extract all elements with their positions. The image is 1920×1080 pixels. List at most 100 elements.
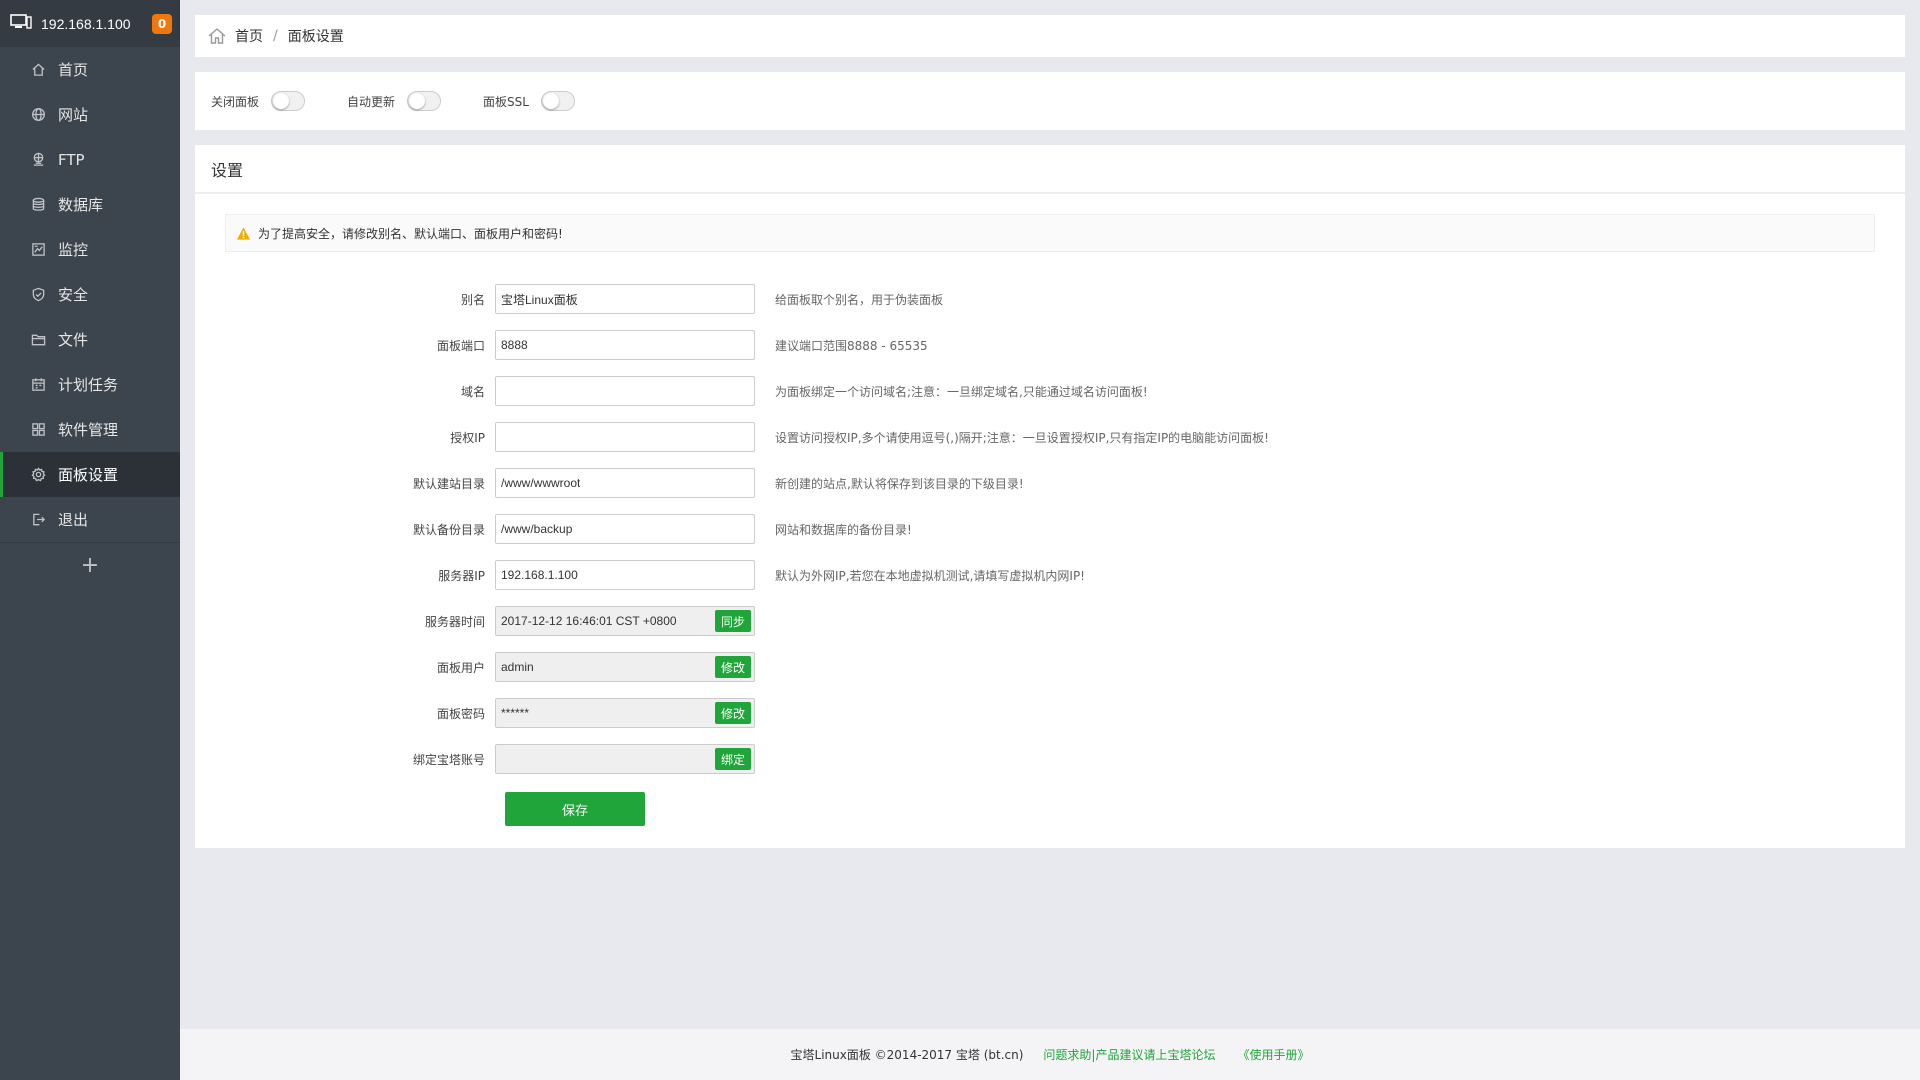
- toggle-panel-ssl: 面板SSL: [483, 91, 575, 111]
- folder-icon: [30, 332, 46, 348]
- field-hint: 默认为外网IP,若您在本地虚拟机测试,请填写虚拟机内网IP!: [775, 568, 1085, 583]
- toggle-auto-update: 自动更新: [347, 91, 442, 111]
- breadcrumb-current: 面板设置: [287, 29, 344, 45]
- toggle-bar: 关闭面板 自动更新 面板SSL: [195, 72, 1905, 130]
- field-label: 别名: [460, 292, 485, 307]
- form-row-alias: 别名 宝塔Linux面板 给面板取个别名，用于伪装面板: [195, 276, 1905, 322]
- grid-icon: [30, 422, 46, 438]
- settings-panel: 设置 为了提高安全，请修改别名、默认端口、面板用户和密码! 别名 宝塔Linux…: [195, 145, 1905, 848]
- edit-user-button[interactable]: 修改: [714, 656, 751, 678]
- sidebar-item-label: 文件: [58, 331, 89, 349]
- sidebar-item-cron[interactable]: 计划任务: [0, 362, 180, 407]
- field-label: 授权IP: [450, 430, 485, 445]
- server-icon: [10, 13, 32, 34]
- form-row-panel-password: 面板密码 ****** 修改: [195, 690, 1905, 736]
- close-panel-switch[interactable]: [271, 91, 306, 111]
- sidebar-item-security[interactable]: 安全: [0, 272, 180, 317]
- security-warning: 为了提高安全，请修改别名、默认端口、面板用户和密码!: [225, 214, 1875, 252]
- logout-icon: [30, 512, 46, 528]
- server-host: 192.168.1.100: [41, 15, 131, 32]
- sidebar-item-files[interactable]: 文件: [0, 317, 180, 362]
- notification-badge[interactable]: 0: [152, 13, 172, 34]
- sidebar-add-button[interactable]: +: [0, 542, 180, 587]
- field-label: 面板端口: [436, 338, 485, 353]
- form-row-domain: 域名 为面板绑定一个访问域名;注意：一旦绑定域名,只能通过域名访问面板!: [195, 368, 1905, 414]
- sidebar-item-label: 网站: [58, 106, 89, 124]
- panel-ssl-switch[interactable]: [540, 91, 575, 111]
- form-row-server-time: 服务器时间 2017-12-12 16:46:01 CST +0800 同步: [195, 598, 1905, 644]
- sidebar-item-label: 首页: [58, 61, 89, 79]
- sidebar-item-ftp[interactable]: FTP: [0, 137, 180, 182]
- bind-account-button[interactable]: 绑定: [714, 748, 751, 770]
- sidebar-item-label: 数据库: [58, 196, 104, 214]
- field-hint: 新创建的站点,默认将保存到该目录的下级目录!: [775, 476, 1024, 491]
- toggle-label: 面板SSL: [483, 94, 529, 109]
- form-row-port: 面板端口 8888 建议端口范围8888 - 65535: [195, 322, 1905, 368]
- auto-update-switch[interactable]: [407, 91, 442, 111]
- settings-title: 设置: [195, 145, 1905, 194]
- calendar-icon: [30, 377, 46, 393]
- save-row: 保存: [195, 792, 1905, 826]
- field-label: 服务器时间: [424, 614, 485, 629]
- bt-account-field: 绑定: [495, 744, 755, 774]
- panel-password-value: ******: [501, 706, 530, 720]
- sidebar-item-label: 退出: [58, 511, 89, 529]
- field-label: 服务器IP: [438, 568, 485, 583]
- panel-user-field: admin 修改: [495, 652, 755, 682]
- manual-link[interactable]: 《使用手册》: [1237, 1046, 1309, 1063]
- sidebar-item-label: 计划任务: [58, 376, 119, 394]
- breadcrumb-home-link[interactable]: 首页: [235, 26, 263, 46]
- home-icon[interactable]: [207, 26, 235, 46]
- main-content: 首页 / 面板设置 关闭面板 自动更新 面板SSL 设置 为了提高安全，请修改别…: [195, 15, 1905, 848]
- sidebar-item-label: 安全: [58, 286, 89, 304]
- sidebar-item-panel-settings[interactable]: 面板设置: [0, 452, 180, 497]
- edit-password-button[interactable]: 修改: [714, 702, 751, 724]
- field-label: 域名: [460, 384, 485, 399]
- field-label: 默认建站目录: [412, 476, 485, 491]
- domain-input[interactable]: [495, 376, 755, 406]
- sync-time-button[interactable]: 同步: [714, 610, 751, 632]
- sidebar: 192.168.1.100 0 首页 网站 FTP 数据库 监控 安全 文件 计…: [0, 0, 180, 1080]
- port-input[interactable]: 8888: [495, 330, 755, 360]
- home-icon: [30, 62, 46, 78]
- sidebar-item-label: FTP: [58, 150, 85, 169]
- form-row-backup-dir: 默认备份目录 /www/backup 网站和数据库的备份目录!: [195, 506, 1905, 552]
- breadcrumb: 首页 / 面板设置: [195, 15, 1905, 57]
- sidebar-item-database[interactable]: 数据库: [0, 182, 180, 227]
- field-label: 面板密码: [436, 706, 485, 721]
- footer-copyright: 宝塔Linux面板 ©2014-2017 宝塔 (bt.cn): [790, 1048, 1024, 1062]
- server-time-value: 2017-12-12 16:46:01 CST +0800: [501, 614, 677, 628]
- auth-ip-input[interactable]: [495, 422, 755, 452]
- field-label: 默认备份目录: [412, 522, 485, 537]
- warning-icon: [236, 226, 251, 240]
- site-dir-input[interactable]: /www/wwwroot: [495, 468, 755, 498]
- form-row-site-dir: 默认建站目录 /www/wwwroot 新创建的站点,默认将保存到该目录的下级目…: [195, 460, 1905, 506]
- server-time-field: 2017-12-12 16:46:01 CST +0800 同步: [495, 606, 755, 636]
- field-hint: 给面板取个别名，用于伪装面板: [775, 292, 944, 307]
- globe-icon: [30, 107, 46, 123]
- breadcrumb-separator: /: [273, 28, 278, 44]
- sidebar-item-logout[interactable]: 退出: [0, 497, 180, 542]
- toggle-label: 关闭面板: [211, 94, 260, 109]
- database-icon: [30, 197, 46, 213]
- form-row-auth-ip: 授权IP 设置访问授权IP,多个请使用逗号(,)隔开;注意：一旦设置授权IP,只…: [195, 414, 1905, 460]
- field-label: 面板用户: [436, 660, 485, 675]
- field-hint: 设置访问授权IP,多个请使用逗号(,)隔开;注意：一旦设置授权IP,只有指定IP…: [775, 430, 1269, 445]
- sidebar-item-home[interactable]: 首页: [0, 47, 180, 92]
- forum-link[interactable]: 问题求助|产品建议请上宝塔论坛: [1043, 1046, 1215, 1063]
- sidebar-item-monitor[interactable]: 监控: [0, 227, 180, 272]
- footer: 宝塔Linux面板 ©2014-2017 宝塔 (bt.cn) 问题求助|产品建…: [180, 1029, 1920, 1080]
- alias-input[interactable]: 宝塔Linux面板: [495, 284, 755, 314]
- sidebar-item-website[interactable]: 网站: [0, 92, 180, 137]
- save-button[interactable]: 保存: [505, 792, 645, 826]
- form-row-server-ip: 服务器IP 192.168.1.100 默认为外网IP,若您在本地虚拟机测试,请…: [195, 552, 1905, 598]
- toggle-label: 自动更新: [347, 94, 396, 109]
- sidebar-item-software[interactable]: 软件管理: [0, 407, 180, 452]
- panel-password-field: ****** 修改: [495, 698, 755, 728]
- monitor-icon: [30, 242, 46, 258]
- field-hint: 建议端口范围8888 - 65535: [775, 338, 928, 353]
- server-ip-input[interactable]: 192.168.1.100: [495, 560, 755, 590]
- backup-dir-input[interactable]: /www/backup: [495, 514, 755, 544]
- field-hint: 为面板绑定一个访问域名;注意：一旦绑定域名,只能通过域名访问面板!: [775, 384, 1148, 399]
- sidebar-item-label: 面板设置: [58, 466, 119, 484]
